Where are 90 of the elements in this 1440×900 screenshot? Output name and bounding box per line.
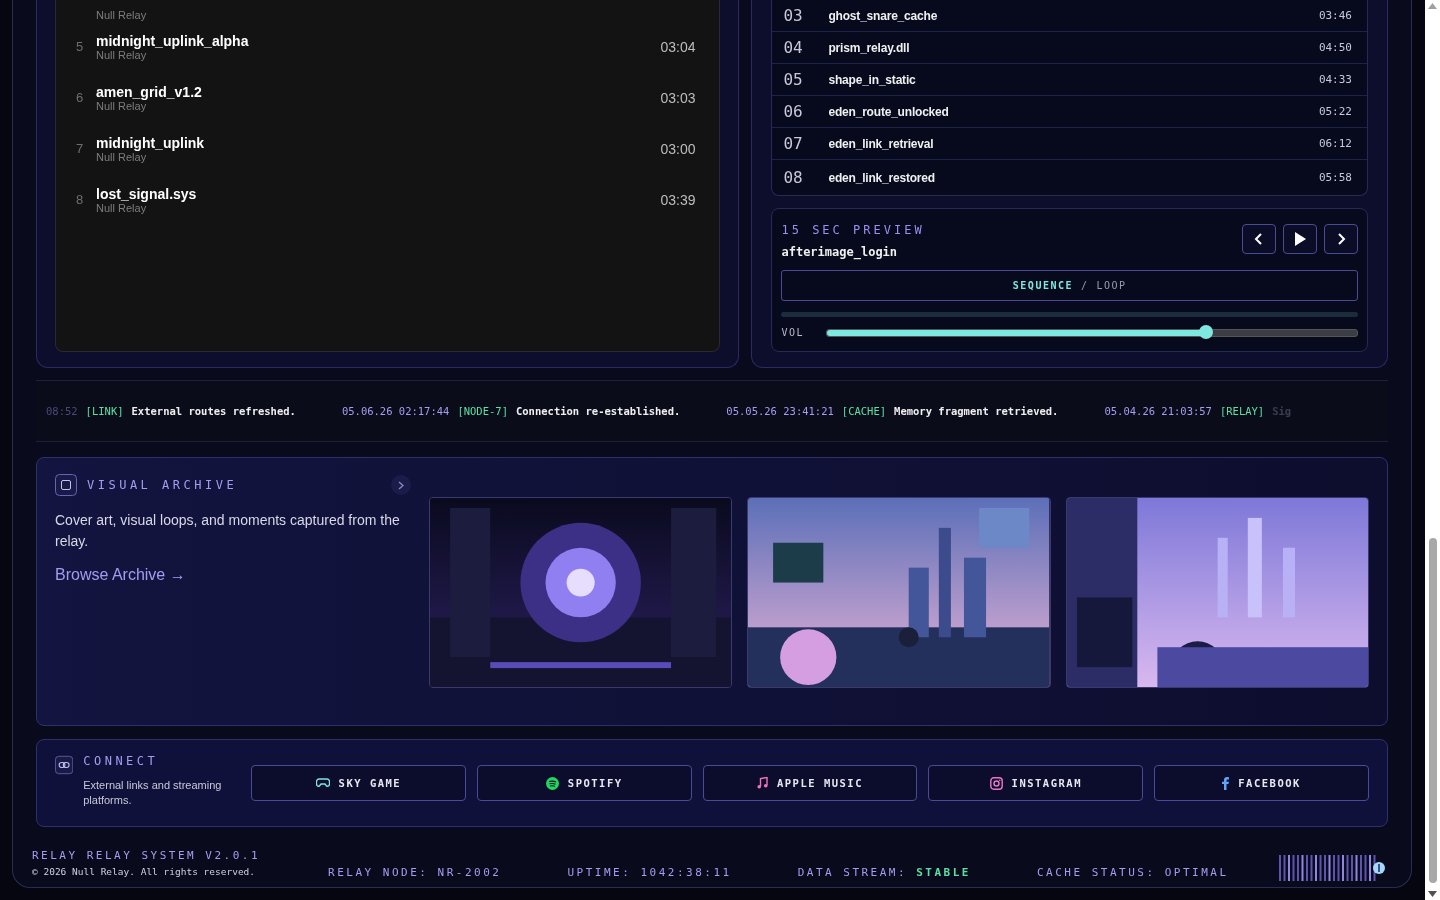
log-time: 05.06.26 02:17:44	[341, 405, 450, 417]
track-artist: Null Relay	[96, 48, 147, 61]
status-readout: DATA STREAM: STABLE	[797, 865, 971, 879]
section-title: VISUAL ARCHIVE	[87, 478, 238, 492]
archive-description: Cover art, visual loops, and moments captured from the relay.	[55, 511, 401, 551]
track-number: 03	[783, 6, 804, 25]
track-duration: 04:33	[1318, 73, 1352, 86]
track-title: midnight_uplink	[96, 134, 206, 151]
section-title: CONNECT	[83, 754, 160, 768]
track-title: eden_link_restored	[828, 170, 936, 185]
track-duration: 03:46	[1318, 9, 1352, 22]
mode-option[interactable]: LOOP	[1096, 280, 1127, 291]
scroll-down-icon[interactable]	[1428, 891, 1437, 897]
mode-option[interactable]: SEQUENCE	[1012, 280, 1073, 291]
track-number: 06	[783, 102, 804, 121]
scroll-up-icon[interactable]	[1428, 3, 1437, 9]
status-readout: RELAY NODE: NR-2002	[328, 865, 502, 879]
track-number: 8	[76, 192, 85, 207]
log-message: Memory fragment retrieved.	[894, 405, 1059, 417]
track-duration: 06:12	[1318, 137, 1352, 150]
log-tag: [LINK]	[85, 405, 124, 417]
play-icon	[1294, 232, 1306, 246]
track-artist: Null Relay	[96, 201, 147, 214]
log-time: 05.04.26 21:03:57	[1104, 405, 1212, 417]
track-title: eden_link_retrieval	[828, 136, 935, 151]
track-number: 5	[76, 39, 85, 54]
system-version: RELAY RELAY SYSTEM V2.0.1	[32, 849, 261, 862]
log-tag: [RELAY]	[1219, 405, 1265, 417]
scrollbar[interactable]	[1425, 0, 1440, 900]
track-duration: 03:04	[660, 38, 696, 55]
chevron-left-icon	[1254, 233, 1264, 245]
track-row[interactable]: 04 prism_relay.dll 04:50	[772, 32, 1367, 64]
log-time: 05.05.26 23:41:21	[726, 405, 834, 417]
browse-archive-link[interactable]: Browse Archive →	[55, 566, 186, 584]
track-artist: Null Relay	[96, 9, 147, 21]
track-title: midnight_uplink_alpha	[96, 32, 250, 49]
track-title: eden_route_unlocked	[828, 104, 950, 119]
track-row[interactable]: 06 eden_route_unlocked 05:22	[772, 96, 1367, 128]
track-number: 08	[783, 168, 804, 187]
track-duration: 04:50	[1318, 41, 1352, 54]
scrollbar-thumb[interactable]	[1428, 538, 1437, 883]
previous-button[interactable]	[1242, 224, 1276, 254]
track-title: shape_in_static	[828, 72, 917, 87]
next-button[interactable]	[1324, 224, 1358, 254]
track-number: 07	[783, 134, 804, 153]
copyright-text: © 2026 Null Relay. All rights reserved.	[32, 866, 257, 877]
track-number: 6	[76, 90, 85, 105]
track-duration: 03:03	[660, 89, 696, 106]
chevron-right-icon	[398, 480, 404, 490]
volume-label: VOL	[781, 327, 806, 338]
track-row[interactable]: 07 eden_link_retrieval 06:12	[772, 128, 1367, 160]
log-message: Connection re-established.	[515, 405, 681, 417]
track-artist: Null Relay	[96, 150, 147, 163]
square-icon	[55, 474, 77, 496]
link-button[interactable]: SKY GAME	[251, 765, 466, 801]
log-tag: [CACHE]	[841, 405, 887, 417]
track-title: amen_grid_v1.2	[96, 83, 203, 100]
track-row[interactable]: 05 shape_in_static 04:33	[772, 64, 1367, 96]
chevron-right-icon	[1336, 233, 1346, 245]
track-duration: 05:22	[1318, 105, 1352, 118]
expand-button[interactable]	[391, 475, 411, 495]
track-number: 7	[76, 141, 85, 156]
link-button[interactable]: INSTAGRAM	[928, 765, 1144, 801]
track-row[interactable]: 03 ghost_snare_cache 03:46	[772, 0, 1367, 32]
log-time: 08:52	[46, 405, 78, 417]
log-tag: [NODE-7]	[457, 405, 508, 417]
track-duration: 05:58	[1318, 171, 1352, 184]
track-duration: 03:00	[660, 140, 696, 157]
link-button[interactable]: SPOTIFY	[476, 765, 692, 801]
track-duration: 03:39	[660, 191, 696, 208]
track-number: 05	[783, 70, 804, 89]
link-icon	[55, 754, 74, 776]
preview-track-title: afterimage_login	[781, 245, 899, 259]
track-number: 04	[783, 38, 804, 57]
preview-label: 15 SEC PREVIEW	[781, 223, 925, 237]
volume-slider[interactable]	[826, 328, 1358, 337]
connect-description: External links and streaming platforms.	[83, 778, 223, 808]
track-title: ghost_snare_cache	[828, 8, 939, 23]
status-readout: CACHE STATUS: OPTIMAL	[1037, 865, 1229, 879]
track-title: prism_relay.dll	[828, 40, 911, 55]
volume-thumb[interactable]	[1199, 324, 1214, 339]
status-readout: UPTIME: 1042:38:11	[567, 865, 732, 879]
mode-separator: /	[1081, 280, 1089, 291]
track-row[interactable]: 08 eden_link_restored 05:58	[772, 160, 1367, 195]
log-message: External routes refreshed.	[131, 405, 296, 417]
link-button[interactable]: APPLE MUSIC	[702, 765, 918, 801]
track-artist: Null Relay	[96, 99, 147, 112]
play-button[interactable]	[1283, 224, 1317, 254]
link-button[interactable]: FACEBOOK	[1154, 765, 1369, 801]
track-title: lost_signal.sys	[96, 185, 198, 202]
